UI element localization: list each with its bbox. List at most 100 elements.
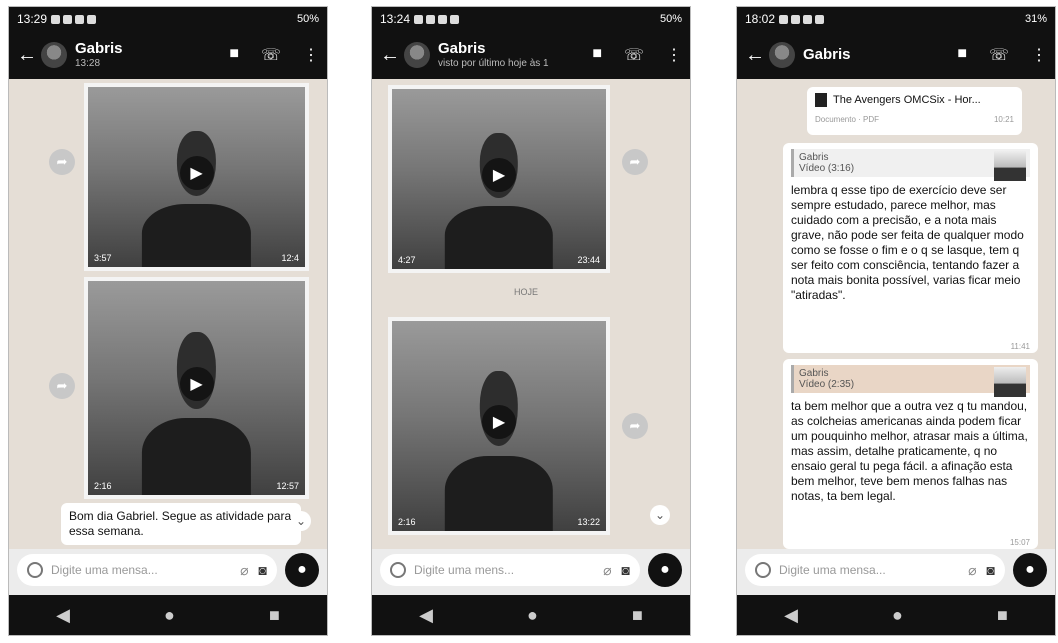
message-input-bar: Digite uma mensa... ⌀ ◙ ● bbox=[17, 551, 319, 589]
forward-icon[interactable]: ➦ bbox=[622, 413, 648, 439]
video-message[interactable]: ▶ 2:16 12:57 bbox=[84, 277, 309, 499]
contact-info[interactable]: Gabris bbox=[803, 45, 957, 64]
message-time: 12:57 bbox=[276, 481, 299, 491]
quoted-message[interactable]: Gabris Vídeo (2:35) bbox=[791, 365, 1030, 397]
status-time: 13:29 bbox=[17, 12, 48, 26]
contact-info[interactable]: Gabris visto por último hoje às 1 bbox=[438, 41, 592, 69]
play-icon[interactable]: ▶ bbox=[482, 404, 516, 439]
mic-icon[interactable]: ● bbox=[648, 553, 682, 587]
message-time: 10:21 bbox=[993, 115, 1014, 124]
play-icon[interactable]: ▶ bbox=[482, 158, 516, 193]
quoted-message[interactable]: Gabris Vídeo (3:16) bbox=[791, 149, 1030, 181]
camera-icon[interactable]: ◙ bbox=[987, 562, 995, 578]
avatar[interactable] bbox=[41, 42, 67, 68]
message-time: 15:07 bbox=[1009, 538, 1030, 547]
battery-level: 50% bbox=[659, 13, 682, 25]
document-message[interactable]: The Avengers OMCSix - Hor... Documento ·… bbox=[807, 87, 1022, 135]
contact-info[interactable]: Gabris 13:28 bbox=[75, 41, 229, 69]
chat-header: ← Gabris 13:28 ■ ☏ ⋮ bbox=[9, 31, 327, 79]
system-nav-bar: ◀ ● ■ bbox=[737, 595, 1055, 635]
attach-icon[interactable]: ⌀ bbox=[240, 562, 248, 579]
forward-icon[interactable]: ➦ bbox=[622, 149, 648, 175]
video-call-icon[interactable]: ■ bbox=[592, 45, 602, 65]
more-icon[interactable]: ⋮ bbox=[303, 45, 319, 65]
chat-header: ← Gabris ■ ☏ ⋮ bbox=[737, 31, 1055, 79]
emoji-icon[interactable] bbox=[755, 562, 771, 578]
reply-message[interactable]: Gabris Vídeo (2:35) ta bem melhor que a … bbox=[783, 359, 1038, 549]
nav-recent-icon[interactable]: ■ bbox=[269, 605, 280, 626]
attach-icon[interactable]: ⌀ bbox=[603, 562, 611, 579]
chat-messages[interactable]: The Avengers OMCSix - Hor... Documento ·… bbox=[737, 79, 1055, 549]
forward-icon[interactable]: ➦ bbox=[49, 373, 75, 399]
notification-icons bbox=[51, 14, 97, 24]
status-time: 18:02 bbox=[745, 12, 776, 26]
text-message[interactable]: Bom dia Gabriel. Segue as atividade para… bbox=[61, 503, 301, 545]
camera-icon[interactable]: ◙ bbox=[622, 562, 630, 578]
chat-messages[interactable]: ➦ ▶ 3:57 12:4 ➦ ▶ 2:16 12:57 Bom dia Gab… bbox=[9, 79, 327, 549]
system-nav-bar: ◀ ● ■ bbox=[9, 595, 327, 635]
forward-icon[interactable]: ➦ bbox=[49, 149, 75, 175]
input-placeholder: Digite uma mens... bbox=[414, 563, 515, 577]
attach-icon[interactable]: ⌀ bbox=[968, 562, 976, 579]
back-arrow-icon[interactable]: ← bbox=[380, 44, 400, 67]
message-time: 12:4 bbox=[281, 253, 299, 263]
message-input[interactable]: Digite uma mens... ⌀ ◙ bbox=[380, 554, 640, 586]
back-arrow-icon[interactable]: ← bbox=[17, 44, 37, 67]
date-separator: HOJE bbox=[514, 287, 539, 297]
notification-icons bbox=[779, 14, 825, 24]
mic-icon[interactable]: ● bbox=[1013, 553, 1047, 587]
avatar[interactable] bbox=[404, 42, 430, 68]
avatar[interactable] bbox=[769, 42, 795, 68]
chat-messages[interactable]: ▶ 4:27 23:44 ➦ HOJE ▶ 2:16 13:22 ➦ ⌄ bbox=[372, 79, 690, 549]
video-message[interactable]: ▶ 4:27 23:44 bbox=[388, 85, 610, 273]
scroll-down-button[interactable]: ⌄ bbox=[291, 511, 311, 531]
quote-meta: Vídeo (3:16) bbox=[799, 163, 855, 174]
camera-icon[interactable]: ◙ bbox=[259, 562, 267, 578]
nav-back-icon[interactable]: ◀ bbox=[784, 605, 798, 626]
nav-back-icon[interactable]: ◀ bbox=[419, 605, 433, 626]
phone-icon[interactable]: ☏ bbox=[624, 45, 644, 65]
quote-author: Gabris bbox=[799, 152, 829, 163]
message-input-bar: Digite uma mensa... ⌀ ◙ ● bbox=[745, 551, 1047, 589]
back-arrow-icon[interactable]: ← bbox=[745, 44, 765, 67]
reply-message[interactable]: Gabris Vídeo (3:16) lembra q esse tipo d… bbox=[783, 143, 1038, 353]
input-placeholder: Digite uma mensa... bbox=[779, 563, 886, 577]
quote-meta: Vídeo (2:35) bbox=[799, 379, 855, 390]
scroll-down-button[interactable]: ⌄ bbox=[650, 505, 670, 525]
video-message[interactable]: ▶ 2:16 13:22 bbox=[388, 317, 610, 535]
message-time: 23:44 bbox=[577, 255, 600, 265]
phone-icon[interactable]: ☏ bbox=[261, 45, 281, 65]
more-icon[interactable]: ⋮ bbox=[1031, 45, 1047, 65]
nav-home-icon[interactable]: ● bbox=[527, 605, 538, 626]
video-duration: 2:16 bbox=[398, 517, 416, 527]
document-meta: Documento · PDF bbox=[815, 115, 880, 124]
nav-recent-icon[interactable]: ■ bbox=[632, 605, 643, 626]
message-input[interactable]: Digite uma mensa... ⌀ ◙ bbox=[17, 554, 277, 586]
video-thumbnail bbox=[994, 367, 1026, 397]
play-icon[interactable]: ▶ bbox=[179, 366, 214, 401]
message-text: lembra q esse tipo de exercício deve ser… bbox=[791, 183, 1024, 302]
document-title: The Avengers OMCSix - Hor... bbox=[833, 93, 981, 106]
last-seen: visto por último hoje às 1 bbox=[438, 57, 549, 69]
status-time: 13:24 bbox=[380, 12, 411, 26]
message-input[interactable]: Digite uma mensa... ⌀ ◙ bbox=[745, 554, 1005, 586]
nav-home-icon[interactable]: ● bbox=[164, 605, 175, 626]
phone-icon[interactable]: ☏ bbox=[989, 45, 1009, 65]
video-call-icon[interactable]: ■ bbox=[957, 45, 967, 65]
status-bar: 13:29 50% bbox=[9, 7, 327, 31]
emoji-icon[interactable] bbox=[390, 562, 406, 578]
video-duration: 4:27 bbox=[398, 255, 416, 265]
nav-back-icon[interactable]: ◀ bbox=[56, 605, 70, 626]
emoji-icon[interactable] bbox=[27, 562, 43, 578]
video-message[interactable]: ▶ 3:57 12:4 bbox=[84, 83, 309, 271]
contact-name: Gabris bbox=[803, 45, 851, 63]
status-bar: 13:24 50% bbox=[372, 7, 690, 31]
mic-icon[interactable]: ● bbox=[285, 553, 319, 587]
video-duration: 3:57 bbox=[94, 253, 112, 263]
nav-recent-icon[interactable]: ■ bbox=[997, 605, 1008, 626]
phone-screen-2: 13:24 50% ← Gabris visto por último hoje… bbox=[371, 6, 691, 636]
play-icon[interactable]: ▶ bbox=[179, 156, 214, 191]
video-call-icon[interactable]: ■ bbox=[229, 45, 239, 65]
more-icon[interactable]: ⋮ bbox=[666, 45, 682, 65]
nav-home-icon[interactable]: ● bbox=[892, 605, 903, 626]
